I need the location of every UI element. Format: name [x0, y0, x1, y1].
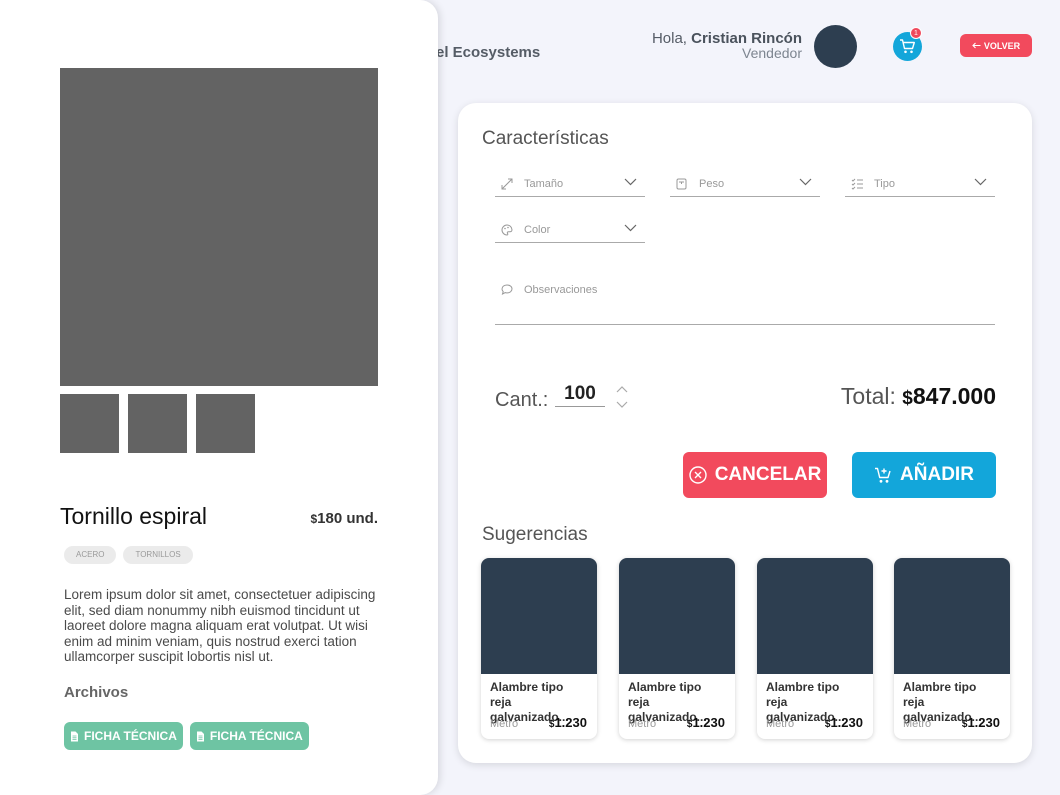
chevron-down-icon: [624, 224, 637, 232]
weight-select[interactable]: Peso: [670, 171, 820, 197]
product-thumbnail[interactable]: [60, 394, 119, 453]
type-label: Tipo: [874, 177, 895, 190]
size-select[interactable]: Tamaño: [495, 171, 645, 197]
product-name: Tornillo espiral: [60, 503, 208, 529]
suggestion-card[interactable]: Alambre tipo reja galvanizado... Metro $1.…: [619, 558, 735, 739]
price-value: 1.230: [830, 715, 863, 730]
suggestion-unit: Metro: [628, 718, 657, 730]
suggestion-card[interactable]: Alambre tipo reja galvanizado... Metro $1.…: [757, 558, 873, 739]
close-circle-icon: [688, 466, 707, 484]
order-total: Total: $847.000: [841, 383, 996, 410]
suggestion-price: $1.230: [825, 715, 863, 730]
type-select[interactable]: Tipo: [845, 171, 995, 197]
total-label: Total:: [840, 383, 896, 409]
document-icon: [71, 731, 78, 741]
price-value: 180 und.: [317, 510, 378, 527]
suggestion-image: [481, 558, 597, 674]
characteristics-title: Características: [482, 128, 609, 149]
datasheet-label: FICHA TÉCNICA: [84, 729, 177, 743]
color-label: Color: [524, 223, 551, 236]
product-main-image: [60, 68, 378, 386]
product-description: Lorem ipsum dolor sit amet, consectetuer…: [64, 587, 376, 664]
suggestion-price: $1.230: [962, 715, 1000, 730]
comment-icon: [501, 284, 515, 298]
quantity-input[interactable]: 100: [555, 383, 605, 407]
scale-icon: [676, 178, 690, 190]
suggestions-title: Sugerencias: [482, 524, 588, 545]
suggestion-price: $1.230: [549, 715, 587, 730]
size-label: Tamaño: [524, 177, 564, 190]
add-label: AÑADIR: [900, 464, 974, 485]
price-value: 1.230: [554, 715, 587, 730]
price-value: 1.230: [967, 715, 1000, 730]
suggestion-card[interactable]: Alambre tipo reja galvanizado... Metro $1.…: [894, 558, 1010, 739]
expand-icon: [501, 178, 515, 190]
quantity-stepper[interactable]: [615, 384, 629, 410]
product-panel: Tornillo espiral $180 und. ACERO TORNILL…: [0, 0, 438, 795]
suggestion-name-line: Alambre tipo reja: [490, 680, 564, 709]
suggestion-image: [619, 558, 735, 674]
cart-plus-icon: [875, 467, 891, 483]
arrow-left-icon: [972, 42, 981, 49]
chevron-down-icon: [974, 178, 987, 186]
product-thumbnail[interactable]: [196, 394, 255, 453]
back-label: VOLVER: [983, 40, 1021, 51]
suggestion-unit: Metro: [490, 718, 519, 730]
characteristics-card: Características Tamaño Peso Tipo Color O…: [458, 103, 1032, 763]
total-value: 847.000: [912, 383, 996, 409]
suggestion-unit: Metro: [903, 718, 932, 730]
color-select[interactable]: Color: [495, 217, 645, 243]
datasheet-button[interactable]: FICHA TÉCNICA: [189, 722, 309, 750]
product-thumbnail[interactable]: [128, 394, 187, 453]
files-title: Archivos: [64, 684, 129, 701]
checklist-icon: [851, 178, 865, 190]
suggestion-name-line: Alambre tipo reja: [766, 680, 840, 709]
suggestion-name-line: Alambre tipo reja: [628, 680, 702, 709]
cancel-button[interactable]: CANCELAR: [683, 452, 827, 498]
datasheet-button[interactable]: FICHA TÉCNICA: [64, 722, 183, 750]
suggestion-image: [894, 558, 1010, 674]
document-icon: [196, 731, 204, 741]
datasheet-label: FICHA TÉCNICA: [209, 729, 303, 743]
brand-name: el Ecosystems: [436, 44, 541, 61]
price-value: 1.230: [692, 715, 725, 730]
cart-icon: [900, 39, 915, 54]
observations-placeholder: Observaciones: [524, 284, 598, 296]
greeting-text: Hola,: [651, 30, 687, 47]
cancel-label: CANCELAR: [714, 464, 822, 485]
user-greeting: Hola, Cristian Rincón Vendedor: [652, 31, 802, 61]
cart-count-badge: 1: [910, 27, 922, 39]
tag[interactable]: ACERO: [64, 546, 117, 564]
chevron-down-icon: [624, 178, 637, 186]
suggestion-name-line: Alambre tipo reja: [903, 680, 977, 709]
user-role: Vendedor: [742, 45, 802, 61]
weight-label: Peso: [699, 177, 725, 190]
chevron-down-icon: [799, 178, 812, 186]
quantity-label: Cant.:: [495, 389, 549, 411]
product-tags: ACERO TORNILLOS: [64, 546, 193, 564]
avatar[interactable]: [814, 25, 857, 68]
suggestion-price: $1.230: [687, 715, 725, 730]
add-to-cart-button[interactable]: AÑADIR: [852, 452, 996, 498]
files-list: FICHA TÉCNICA FICHA TÉCNICA: [64, 722, 309, 750]
product-price: $180 und.: [310, 510, 378, 527]
tag[interactable]: TORNILLOS: [123, 546, 193, 564]
total-currency: $: [902, 388, 913, 409]
suggestion-image: [757, 558, 873, 674]
suggestion-card[interactable]: Alambre tipo reja galvanizado... Metro $1.…: [481, 558, 597, 739]
back-button[interactable]: VOLVER: [960, 34, 1032, 57]
palette-icon: [501, 223, 515, 236]
suggestion-unit: Metro: [766, 718, 795, 730]
observations-field[interactable]: Observaciones: [495, 278, 995, 325]
